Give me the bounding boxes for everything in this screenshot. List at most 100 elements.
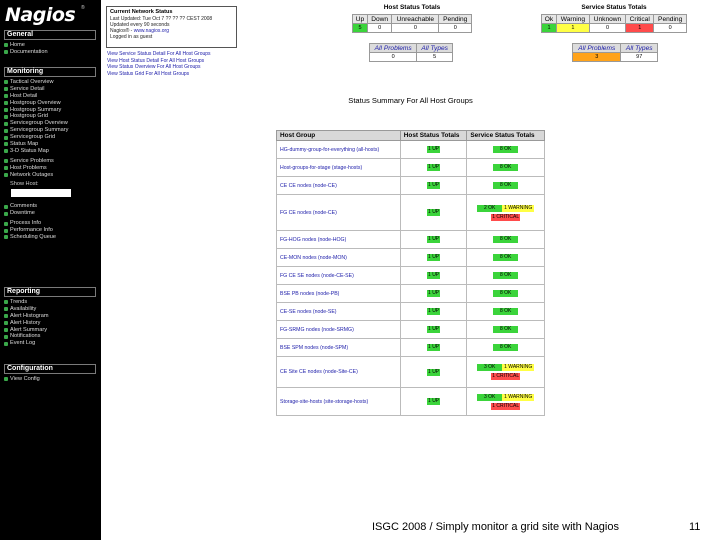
host-unreachable-header[interactable]: Unreachable <box>391 14 440 24</box>
sidebar-item-host-detail[interactable]: Host Detail <box>4 93 96 100</box>
host-up-badge[interactable]: 1 UP <box>427 254 441 261</box>
host-group-link[interactable]: CE Site CE nodes (node-Site-CE) <box>276 356 401 388</box>
service-warning-badge[interactable]: 1 WARNING <box>502 364 535 371</box>
sidebar-item-comments[interactable]: Comments <box>4 203 96 210</box>
view-status-overview-link[interactable]: View Status Overview For All Host Groups <box>107 64 236 71</box>
bullet-icon <box>4 328 8 332</box>
sidebar-item-3d-status-map[interactable]: 3-D Status Map <box>4 148 96 155</box>
host-up-badge[interactable]: 1 UP <box>427 326 441 333</box>
view-host-detail-link[interactable]: View Host Status Detail For All Host Gro… <box>107 58 236 65</box>
sidebar-item-availability[interactable]: Availability <box>4 306 96 313</box>
logo-registered-mark: ® <box>81 5 85 11</box>
host-up-badge[interactable]: 1 UP <box>427 146 441 153</box>
sidebar-item-host-problems[interactable]: Host Problems <box>4 165 96 172</box>
service-critical-badge[interactable]: 1 CRITICAL <box>491 213 521 221</box>
host-group-link[interactable]: CE-MON nodes (node-MON) <box>276 248 401 267</box>
service-ok-badge[interactable]: 8 OK <box>493 182 519 189</box>
sidebar-item-status-map[interactable]: Status Map <box>4 141 96 148</box>
host-group-link[interactable]: FG-SRMG nodes (node-SRMG) <box>276 320 401 339</box>
sidebar-item-event-log[interactable]: Event Log <box>4 340 96 347</box>
host-group-link[interactable]: FG CE nodes (node-CE) <box>276 194 401 231</box>
sidebar-item-process-info[interactable]: Process Info <box>4 220 96 227</box>
view-service-detail-link[interactable]: View Service Status Detail For All Host … <box>107 51 236 58</box>
host-up-badge[interactable]: 1 UP <box>427 368 441 376</box>
service-all-problems-header[interactable]: All Problems <box>571 43 622 53</box>
sidebar-item-alert-history[interactable]: Alert History <box>4 320 96 327</box>
service-ok-badge[interactable]: 3 OK <box>477 364 503 371</box>
sidebar-item-servicegroup-grid[interactable]: Servicegroup Grid <box>4 134 96 141</box>
service-status-cell: 8 OK <box>466 140 545 159</box>
host-up-badge[interactable]: 1 UP <box>427 272 441 279</box>
service-ok-badge[interactable]: 8 OK <box>493 308 519 315</box>
host-up-badge[interactable]: 1 UP <box>427 290 441 297</box>
service-critical-badge[interactable]: 1 CRITICAL <box>491 402 521 410</box>
service-warning-badge[interactable]: 1 WARNING <box>502 393 535 401</box>
sidebar-item-trends[interactable]: Trends <box>4 299 96 306</box>
host-up-badge[interactable]: 1 UP <box>427 236 441 243</box>
sidebar-item-network-outages[interactable]: Network Outages <box>4 172 96 179</box>
sidebar-item-scheduling-queue[interactable]: Scheduling Queue <box>4 234 96 241</box>
service-warning-badge[interactable]: 1 WARNING <box>502 204 535 212</box>
host-group-link[interactable]: Storage-site-hosts (site-storage-hosts) <box>276 387 401 416</box>
host-group-link[interactable]: CE-SE nodes (node-SE) <box>276 302 401 321</box>
host-all-types-header[interactable]: All Types <box>416 43 453 53</box>
sidebar-item-alert-summary[interactable]: Alert Summary <box>4 327 96 334</box>
host-up-badge[interactable]: 1 UP <box>427 308 441 315</box>
host-group-link[interactable]: FG CE SE nodes (node-CE-SE) <box>276 266 401 285</box>
host-group-link[interactable]: HG-dummy-group-for-everything (all-hosts… <box>276 140 401 159</box>
nagios-site-link[interactable]: www.nagios.org <box>134 28 169 34</box>
sidebar-item-view-config[interactable]: View Config <box>4 376 96 383</box>
sidebar-item-service-problems[interactable]: Service Problems <box>4 158 96 165</box>
service-unknown-header[interactable]: Unknown <box>588 14 627 24</box>
host-up-header[interactable]: Up <box>352 14 368 24</box>
host-pending-header[interactable]: Pending <box>438 14 472 24</box>
service-pending-header[interactable]: Pending <box>653 14 687 24</box>
sidebar-item-alert-histogram[interactable]: Alert Histogram <box>4 313 96 320</box>
bullet-icon <box>4 94 8 99</box>
show-host-input[interactable] <box>11 189 71 198</box>
host-all-problems-header[interactable]: All Problems <box>368 43 418 53</box>
service-ok-badge[interactable]: 8 OK <box>493 272 519 279</box>
host-group-link[interactable]: CE CE nodes (node-CE) <box>276 176 401 195</box>
host-status-cell: 1 UP <box>399 284 468 303</box>
service-warning-header[interactable]: Warning <box>556 14 590 24</box>
sidebar-item-servicegroup-overview[interactable]: Servicegroup Overview <box>4 120 96 127</box>
service-ok-badge[interactable]: 8 OK <box>493 146 519 153</box>
service-ok-badge[interactable]: 3 OK <box>477 393 503 401</box>
sidebar-item-tactical-overview[interactable]: Tactical Overview <box>4 79 96 86</box>
sidebar-item-documentation[interactable]: Documentation <box>4 49 96 56</box>
host-up-badge[interactable]: 1 UP <box>427 344 441 351</box>
sidebar-item-home[interactable]: Home <box>4 42 96 49</box>
host-up-badge[interactable]: 1 UP <box>427 398 441 405</box>
service-ok-badge[interactable]: 8 OK <box>493 236 519 243</box>
nagios-logo[interactable]: Nagios ® <box>5 4 97 26</box>
host-down-header[interactable]: Down <box>366 14 393 24</box>
sidebar-item-servicegroup-summary[interactable]: Servicegroup Summary <box>4 127 96 134</box>
host-group-link[interactable]: BSE PB nodes (node-PB) <box>276 284 401 303</box>
service-ok-header[interactable]: Ok <box>540 14 558 24</box>
service-ok-badge[interactable]: 2 OK <box>477 204 503 212</box>
host-group-link[interactable]: BSE SPM nodes (node-SPM) <box>276 338 401 357</box>
sidebar-item-downtime[interactable]: Downtime <box>4 210 96 217</box>
current-network-status-box: Current Network Status Last Updated: Tue… <box>106 6 237 48</box>
sidebar-item-notifications[interactable]: Notifications <box>4 333 96 340</box>
service-ok-badge[interactable]: 8 OK <box>493 290 519 297</box>
sidebar-item-performance-info[interactable]: Performance Info <box>4 227 96 234</box>
sidebar-item-service-detail[interactable]: Service Detail <box>4 86 96 93</box>
sidebar-item-hostgroup-overview[interactable]: Hostgroup Overview <box>4 100 96 107</box>
view-status-grid-link[interactable]: View Status Grid For All Host Groups <box>107 71 236 78</box>
host-up-badge[interactable]: 1 UP <box>427 209 441 216</box>
host-up-badge[interactable]: 1 UP <box>427 182 441 189</box>
service-ok-badge[interactable]: 8 OK <box>493 254 519 261</box>
service-all-types-header[interactable]: All Types <box>620 43 658 53</box>
host-up-badge[interactable]: 1 UP <box>427 164 441 171</box>
service-critical-header[interactable]: Critical <box>625 14 655 24</box>
sidebar-item-hostgroup-summary[interactable]: Hostgroup Summary <box>4 107 96 114</box>
service-critical-badge[interactable]: 1 CRITICAL <box>491 373 521 380</box>
host-group-link[interactable]: FG-HOG nodes (node-HOG) <box>276 230 401 249</box>
service-ok-badge[interactable]: 8 OK <box>493 326 519 333</box>
sidebar-item-hostgroup-grid[interactable]: Hostgroup Grid <box>4 113 96 120</box>
host-group-link[interactable]: Host-groups-for-stage (stage-hosts) <box>276 158 401 177</box>
service-ok-badge[interactable]: 8 OK <box>493 344 519 351</box>
service-ok-badge[interactable]: 8 OK <box>493 164 519 171</box>
